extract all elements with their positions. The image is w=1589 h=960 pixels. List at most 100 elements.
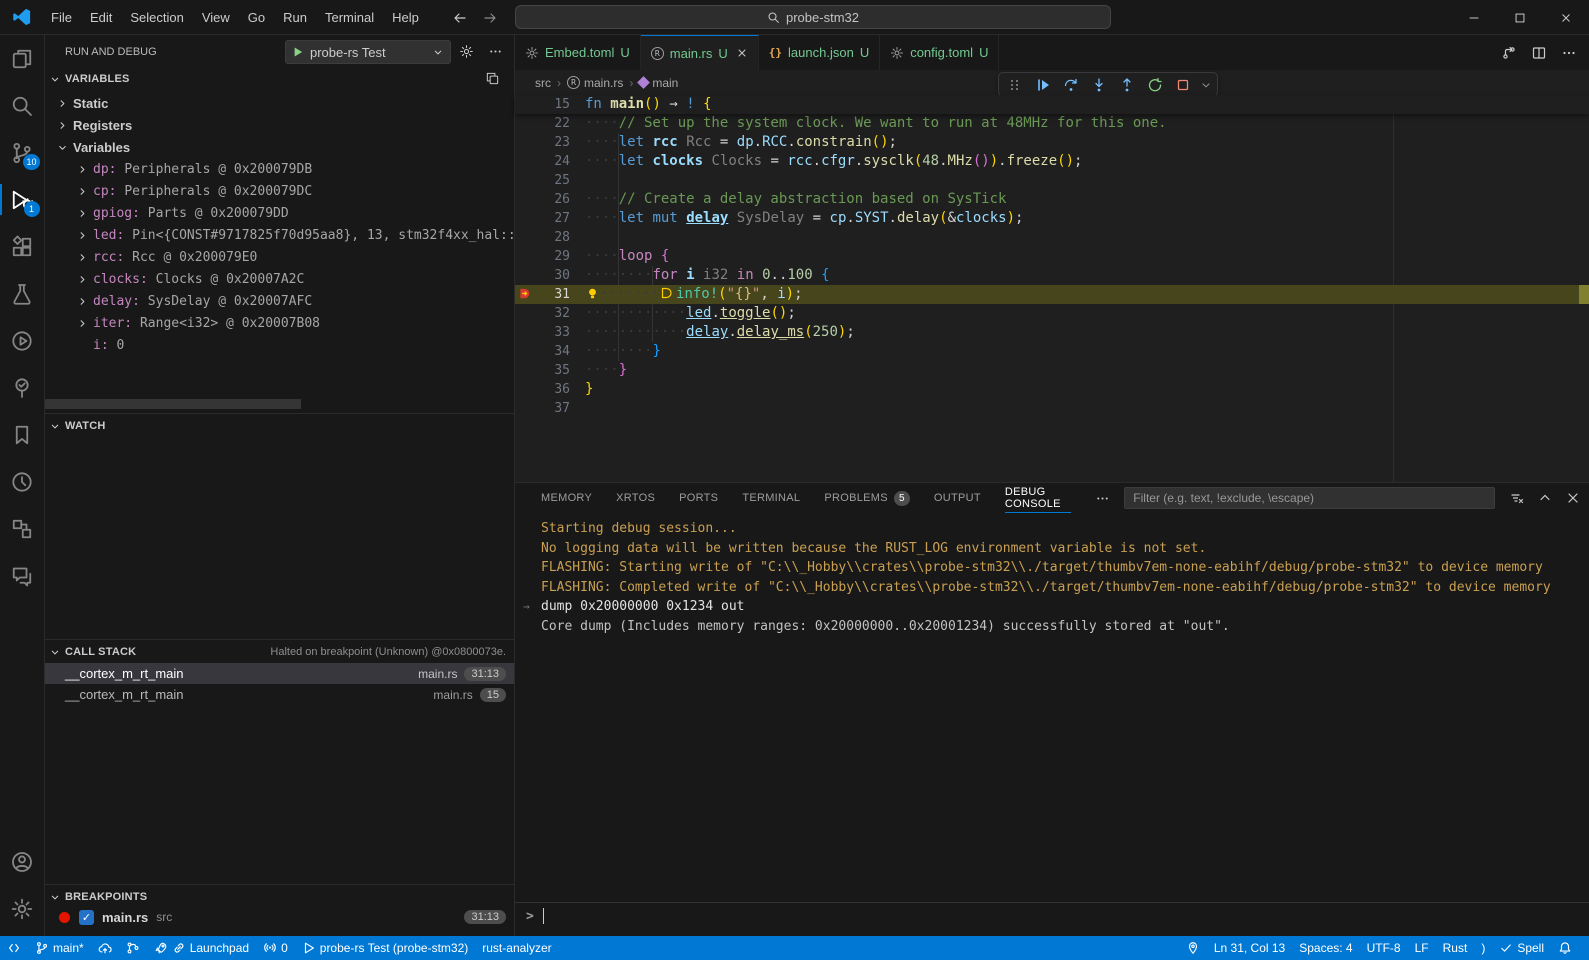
variable-row-delay[interactable]: delay: SysDelay @ 0x20007AFC — [45, 290, 514, 312]
panel-tab-terminal[interactable]: TERMINAL — [742, 483, 800, 513]
breadcrumb-item-main-rs[interactable]: Rmain.rs — [567, 76, 623, 90]
close-tab-icon[interactable] — [736, 47, 748, 59]
activity-item-source-control[interactable]: 10 — [0, 129, 45, 176]
status-ports-forwarded[interactable]: 0 — [256, 936, 295, 960]
activity-item-remote-preview[interactable] — [0, 317, 45, 364]
breadcrumb-item-src[interactable]: src — [535, 76, 551, 90]
activity-item-account[interactable] — [0, 838, 45, 885]
code-line-35[interactable]: 35 ····} — [515, 361, 1589, 380]
menu-help[interactable]: Help — [383, 6, 428, 29]
menu-file[interactable]: File — [42, 6, 81, 29]
status-spell-checker[interactable]: Spell — [1492, 936, 1551, 960]
activity-item-project-boxes[interactable] — [0, 505, 45, 552]
status-indentation[interactable]: Spaces: 4 — [1292, 936, 1359, 960]
variables-group-registers[interactable]: Registers — [45, 114, 514, 136]
code-editor[interactable]: 22 ····// Set up the system clock. We wan… — [515, 95, 1589, 482]
forward-arrow-icon[interactable] — [482, 10, 498, 26]
code-line-31[interactable]: 31 ······· info!("{}", i); — [515, 285, 1589, 304]
activity-item-todo-tree[interactable] — [0, 364, 45, 411]
variables-section-header[interactable]: VARIABLES — [45, 68, 514, 90]
callstack-section-header[interactable]: CALL STACK Halted on breakpoint (Unknown… — [45, 639, 514, 661]
activity-item-bookmarks[interactable] — [0, 411, 45, 458]
tab-launch-json[interactable]: {} launch.json U — [758, 35, 881, 70]
code-line-34[interactable]: 34 ········} — [515, 342, 1589, 361]
tab-config-toml[interactable]: config.toml U — [880, 35, 1000, 70]
console-filter-input[interactable] — [1124, 487, 1495, 509]
activity-item-run-debug[interactable]: 1 — [0, 176, 45, 223]
step-over-button[interactable] — [1059, 74, 1083, 96]
variable-row-iter[interactable]: iter: Range<i32> @ 0x20007B08 — [45, 312, 514, 334]
copy-icon[interactable] — [485, 71, 500, 86]
callstack-frame[interactable]: __cortex_m_rt_main main.rs 31:13 — [45, 663, 514, 684]
status-debug-session[interactable]: probe-rs Test (probe-stm32) — [295, 936, 476, 960]
variable-row-rcc[interactable]: rcc: Rcc @ 0x200079E0 — [45, 246, 514, 268]
code-line-27[interactable]: 27 ····let mut delay SysDelay = cp.SYST.d… — [515, 209, 1589, 228]
code-line-26[interactable]: 26 ····// Create a delay abstraction base… — [515, 190, 1589, 209]
status-git-graph[interactable] — [119, 936, 147, 960]
menu-selection[interactable]: Selection — [121, 6, 192, 29]
panel-tab-debug-console[interactable]: DEBUG CONSOLE — [1004, 483, 1072, 513]
panel-tab-output[interactable]: OUTPUT — [934, 483, 981, 513]
tab-main-rs[interactable]: Rmain.rs U — [640, 35, 759, 70]
sidebar-more-icon[interactable] — [488, 44, 503, 59]
status-language-mode[interactable]: Rust — [1436, 936, 1475, 960]
menu-terminal[interactable]: Terminal — [316, 6, 383, 29]
menu-run[interactable]: Run — [274, 6, 316, 29]
status-publish-changes[interactable] — [91, 936, 119, 960]
menu-edit[interactable]: Edit — [81, 6, 121, 29]
variable-row-cp[interactable]: cp: Peripherals @ 0x200079DC — [45, 180, 514, 202]
step-into-button[interactable] — [1087, 74, 1111, 96]
panel-tab-ports[interactable]: PORTS — [679, 483, 718, 513]
panel-more-icon[interactable] — [1095, 491, 1110, 506]
editor-more-icon[interactable] — [1561, 45, 1577, 61]
code-line-37[interactable]: 37 — [515, 399, 1589, 418]
variables-group-variables[interactable]: Variables — [45, 136, 514, 158]
debug-settings-gear-icon[interactable] — [459, 44, 474, 59]
activity-item-extensions[interactable] — [0, 223, 45, 270]
restart-button[interactable] — [1143, 74, 1167, 96]
breakpoints-section-header[interactable]: BREAKPOINTS — [45, 884, 514, 906]
close-panel-icon[interactable] — [1565, 490, 1581, 506]
clear-console-icon[interactable] — [1509, 490, 1525, 506]
stop-button[interactable] — [1171, 74, 1195, 96]
tab-embed-toml[interactable]: Embed.toml U — [515, 35, 641, 70]
menu-view[interactable]: View — [193, 6, 239, 29]
callstack-frame[interactable]: __cortex_m_rt_main main.rs 15 — [45, 684, 514, 705]
status-git-branch[interactable]: main* — [28, 936, 91, 960]
lightbulb-icon[interactable] — [585, 286, 600, 301]
breadcrumb-item-main[interactable]: main — [637, 76, 678, 90]
compare-changes-icon[interactable] — [1501, 45, 1517, 61]
code-line-23[interactable]: 23 ····let rcc Rcc = dp.RCC.constrain(); — [515, 133, 1589, 152]
activity-item-timer[interactable] — [0, 458, 45, 505]
activity-item-comments[interactable] — [0, 552, 45, 599]
activity-item-explorer[interactable] — [0, 35, 45, 82]
panel-tab-xrtos[interactable]: XRTOS — [616, 483, 655, 513]
maximize-panel-chevron-icon[interactable] — [1537, 490, 1553, 506]
launch-config-dropdown[interactable]: probe-rs Test — [285, 40, 451, 64]
continue-button[interactable] — [1031, 74, 1055, 96]
variable-row-dp[interactable]: dp: Peripherals @ 0x200079DB — [45, 158, 514, 180]
breakpoint-item[interactable]: ✓ main.rs src 31:13 — [45, 906, 514, 928]
code-line-22[interactable]: 22 ····// Set up the system clock. We wan… — [515, 114, 1589, 133]
code-line-28[interactable]: 28 — [515, 228, 1589, 247]
code-line-32[interactable]: 32 ············led.toggle(); — [515, 304, 1589, 323]
code-line-29[interactable]: 29 ····loop { — [515, 247, 1589, 266]
status-pin-indicator[interactable] — [1179, 936, 1207, 960]
activity-item-search[interactable] — [0, 82, 45, 129]
start-debug-icon[interactable] — [292, 46, 304, 58]
panel-tab-memory[interactable]: MEMORY — [541, 483, 592, 513]
variables-group-static[interactable]: Static — [45, 92, 514, 114]
variable-row-clocks[interactable]: clocks: Clocks @ 0x20007A2C — [45, 268, 514, 290]
activity-item-settings[interactable] — [0, 885, 45, 932]
code-line-36[interactable]: 36} — [515, 380, 1589, 399]
status-analyzer-status-glyph[interactable]: ) — [1474, 936, 1492, 960]
minimize-icon[interactable] — [1451, 0, 1497, 35]
status-cursor-position[interactable]: Ln 31, Col 13 — [1207, 936, 1292, 960]
status-remote-indicator[interactable] — [0, 936, 28, 960]
code-line-25[interactable]: 25 — [515, 171, 1589, 190]
code-line-24[interactable]: 24 ····let clocks Clocks = rcc.cfgr.syscl… — [515, 152, 1589, 171]
panel-tab-problems[interactable]: PROBLEMS 5 — [824, 483, 910, 513]
back-arrow-icon[interactable] — [452, 10, 468, 26]
status-eol[interactable]: LF — [1408, 936, 1436, 960]
watch-section-header[interactable]: WATCH — [45, 413, 514, 435]
